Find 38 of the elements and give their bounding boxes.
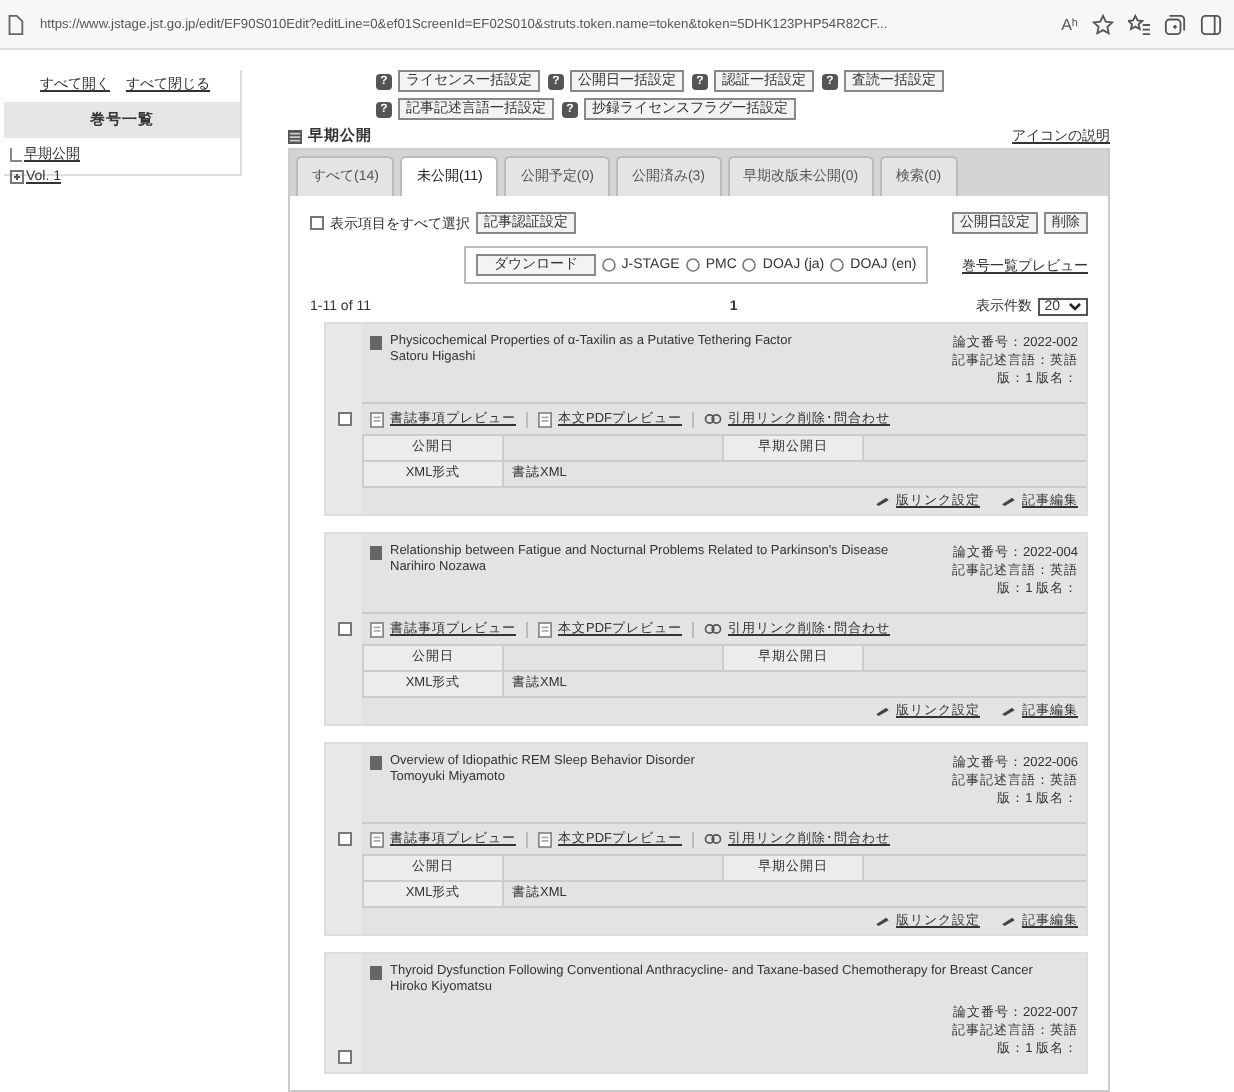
article-icon [370, 546, 382, 560]
sidebar-icon[interactable] [1200, 13, 1222, 35]
radio-button[interactable] [830, 258, 845, 272]
favorites-icon[interactable] [1128, 13, 1150, 35]
checkbox[interactable] [337, 412, 351, 426]
pencil-icon [1000, 916, 1016, 926]
radio-button[interactable] [601, 258, 616, 272]
article-icon [370, 756, 382, 770]
link-icon [704, 624, 722, 634]
pencil-icon [874, 496, 890, 506]
collections-icon[interactable] [1164, 13, 1186, 35]
pencil-icon [1000, 496, 1016, 506]
star-icon[interactable] [1092, 13, 1114, 35]
expand-icon[interactable] [10, 170, 24, 184]
checkbox[interactable] [337, 832, 351, 846]
page-icon [4, 13, 26, 35]
checkbox[interactable] [310, 216, 324, 230]
list-icon [288, 129, 302, 143]
document-icon [538, 831, 552, 847]
read-aloud-button[interactable]: Aʰ [1061, 15, 1078, 33]
pencil-icon [874, 916, 890, 926]
link-icon [704, 414, 722, 424]
document-icon [370, 411, 384, 427]
chevron-down-icon [1067, 301, 1082, 311]
article-icon [370, 966, 382, 980]
document-icon [538, 621, 552, 637]
tree-line [10, 147, 22, 161]
document-icon [370, 831, 384, 847]
link-icon [704, 834, 722, 844]
checkbox[interactable] [337, 622, 351, 636]
document-icon [538, 411, 552, 427]
checkbox[interactable] [337, 1050, 351, 1064]
pencil-icon [1000, 706, 1016, 716]
radio-button[interactable] [685, 258, 700, 272]
pencil-icon [874, 706, 890, 716]
article-icon [370, 336, 382, 350]
document-icon [370, 621, 384, 637]
radio-button[interactable] [742, 258, 757, 272]
